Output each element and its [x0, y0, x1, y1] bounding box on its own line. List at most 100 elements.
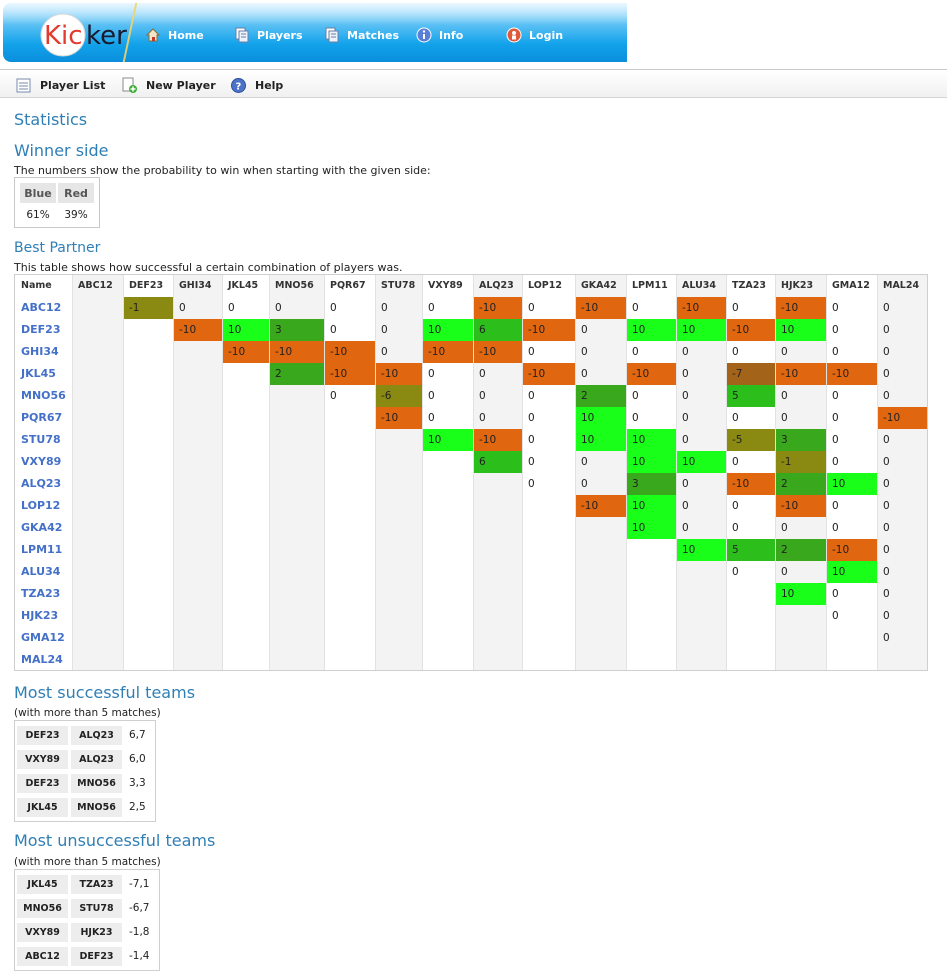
- nav-players[interactable]: Players: [234, 25, 303, 45]
- matrix-cell: -10: [324, 363, 375, 385]
- matrix-cell: 0: [581, 478, 588, 490]
- matrix-cell: -10: [575, 495, 626, 517]
- nav-players-label: Players: [257, 28, 303, 42]
- matrix-row-player-link[interactable]: ALU34: [15, 561, 72, 583]
- nav-home-label: Home: [168, 28, 204, 42]
- nav-login[interactable]: Login: [506, 25, 563, 45]
- matrix-cell: 0: [330, 390, 337, 402]
- matrix-cell: 0: [732, 346, 739, 358]
- matrix-cell: 0: [682, 412, 689, 424]
- matrix-cell: -10: [676, 297, 726, 319]
- winner-header-blue: Blue: [20, 183, 56, 203]
- matrix-cell: 0: [428, 368, 435, 380]
- matrix-cell: -1: [123, 297, 173, 319]
- matrix-row-player-link[interactable]: MNO56: [15, 385, 72, 407]
- team-player-1: JKL45: [17, 874, 68, 894]
- matrix-cell: 0: [832, 302, 839, 314]
- matrix-cell: 0: [832, 324, 839, 336]
- team-score: 6,7: [129, 729, 146, 741]
- toolbar-help[interactable]: ? Help: [230, 76, 283, 94]
- matrix-cell: 0: [381, 324, 388, 336]
- matrix-cell: 3: [775, 429, 826, 451]
- nav-login-label: Login: [529, 28, 564, 42]
- matrix-column-header: LOP12: [528, 280, 562, 291]
- team-player-2: TZA23: [71, 874, 122, 894]
- matrix-column-header: ALU34: [682, 280, 717, 291]
- matrix-cell: -10: [726, 473, 775, 495]
- matrix-row-player-link[interactable]: PQR67: [15, 407, 72, 429]
- matrix-row-player-link[interactable]: LOP12: [15, 495, 72, 517]
- matrix-column-header: PQR67: [330, 280, 366, 291]
- matrix-cell: 0: [275, 302, 282, 314]
- matrix-cell: 0: [781, 346, 788, 358]
- matrix-column-header: HJK23: [781, 280, 814, 291]
- matrix-row-player-link[interactable]: LPM11: [15, 539, 72, 561]
- team-player-1: JKL45: [17, 797, 68, 817]
- best-partner-description: This table shows how successful a certai…: [14, 261, 403, 274]
- matrix-cell: 0: [732, 500, 739, 512]
- matrix-cell: 0: [381, 346, 388, 358]
- matrix-row-player-link[interactable]: JKL45: [15, 363, 72, 385]
- matrix-cell: 10: [626, 451, 676, 473]
- matrix-row-player-link[interactable]: DEF23: [15, 319, 72, 341]
- nav-home[interactable]: Home: [145, 25, 204, 45]
- nav-info[interactable]: Info: [416, 25, 463, 45]
- matrix-column-header: TZA23: [732, 280, 766, 291]
- matrix-cell: -10: [269, 341, 324, 363]
- matrix-cell: 10: [775, 319, 826, 341]
- matrix-cell: 0: [732, 456, 739, 468]
- matrix-column-header: VXY89: [428, 280, 463, 291]
- matrix-cell: 10: [626, 429, 676, 451]
- matrix-cell: -10: [626, 363, 676, 385]
- matrix-cell: 10: [676, 319, 726, 341]
- matrix-row-player-link[interactable]: GMA12: [15, 627, 72, 649]
- matrix-cell: 0: [428, 390, 435, 402]
- matrix-row-player-link[interactable]: ALQ23: [15, 473, 72, 495]
- toolbar-player-list-label: Player List: [40, 78, 106, 92]
- matrix-cell: 0: [883, 500, 890, 512]
- toolbar-help-label: Help: [255, 78, 284, 92]
- matrix-column-header: STU78: [381, 280, 416, 291]
- matrix-cell: 2: [269, 363, 324, 385]
- matrix-cell: 0: [732, 412, 739, 424]
- team-row: VXY89 ALQ23 6,0: [17, 747, 153, 771]
- matrix-cell: 0: [330, 302, 337, 314]
- matrix-row-player-link[interactable]: VXY89: [15, 451, 72, 473]
- winner-side-table: Blue Red 61% 39%: [14, 177, 100, 228]
- matrix-cell: 0: [528, 434, 535, 446]
- matrix-row-player-link[interactable]: STU78: [15, 429, 72, 451]
- matrix-cell: 0: [732, 522, 739, 534]
- nav-matches[interactable]: Matches: [324, 25, 399, 45]
- matrix-row-player-link[interactable]: TZA23: [15, 583, 72, 605]
- matrix-cell: 0: [682, 500, 689, 512]
- matrix-cell: 0: [528, 390, 535, 402]
- toolbar-new-player[interactable]: New Player: [121, 76, 216, 94]
- team-player-2: STU78: [71, 898, 122, 918]
- logo-text-right: ker: [86, 21, 127, 51]
- team-player-1: MNO56: [17, 898, 68, 918]
- matrix-cell: 0: [883, 390, 890, 402]
- matrix-row-player-link[interactable]: HJK23: [15, 605, 72, 627]
- most-unsuccessful-note: (with more than 5 matches): [14, 856, 161, 868]
- matrix-cell: 0: [581, 456, 588, 468]
- matrix-row-player-link[interactable]: GKA42: [15, 517, 72, 539]
- best-partner-matrix: Name ABC12 DEF23 GHI34 JKL45 MNO56 PQR67 STU78 V…: [14, 274, 928, 671]
- matrix-cell: 0: [883, 346, 890, 358]
- matrix-cell: 0: [581, 324, 588, 336]
- matrix-cell: 0: [330, 324, 337, 336]
- page-title: Statistics: [14, 110, 88, 129]
- matrix-cell: 0: [428, 412, 435, 424]
- matrix-cell: 0: [883, 610, 890, 622]
- team-player-2: MNO56: [71, 797, 122, 817]
- toolbar-player-list[interactable]: Player List: [15, 76, 105, 94]
- matrix-row-player-link[interactable]: MAL24: [15, 649, 72, 671]
- matrix-cell: 10: [422, 429, 473, 451]
- matrix-cell: -10: [775, 297, 826, 319]
- matrix-cell: 0: [781, 566, 788, 578]
- matrix-column-header: DEF23: [129, 280, 164, 291]
- matrix-row-player-link[interactable]: GHI34: [15, 341, 72, 363]
- matrix-row-player-link[interactable]: ABC12: [15, 297, 72, 319]
- matrix-column-header: GKA42: [581, 280, 617, 291]
- kicker-logo[interactable]: Kic ker: [39, 11, 139, 57]
- matrix-cell: 0: [581, 346, 588, 358]
